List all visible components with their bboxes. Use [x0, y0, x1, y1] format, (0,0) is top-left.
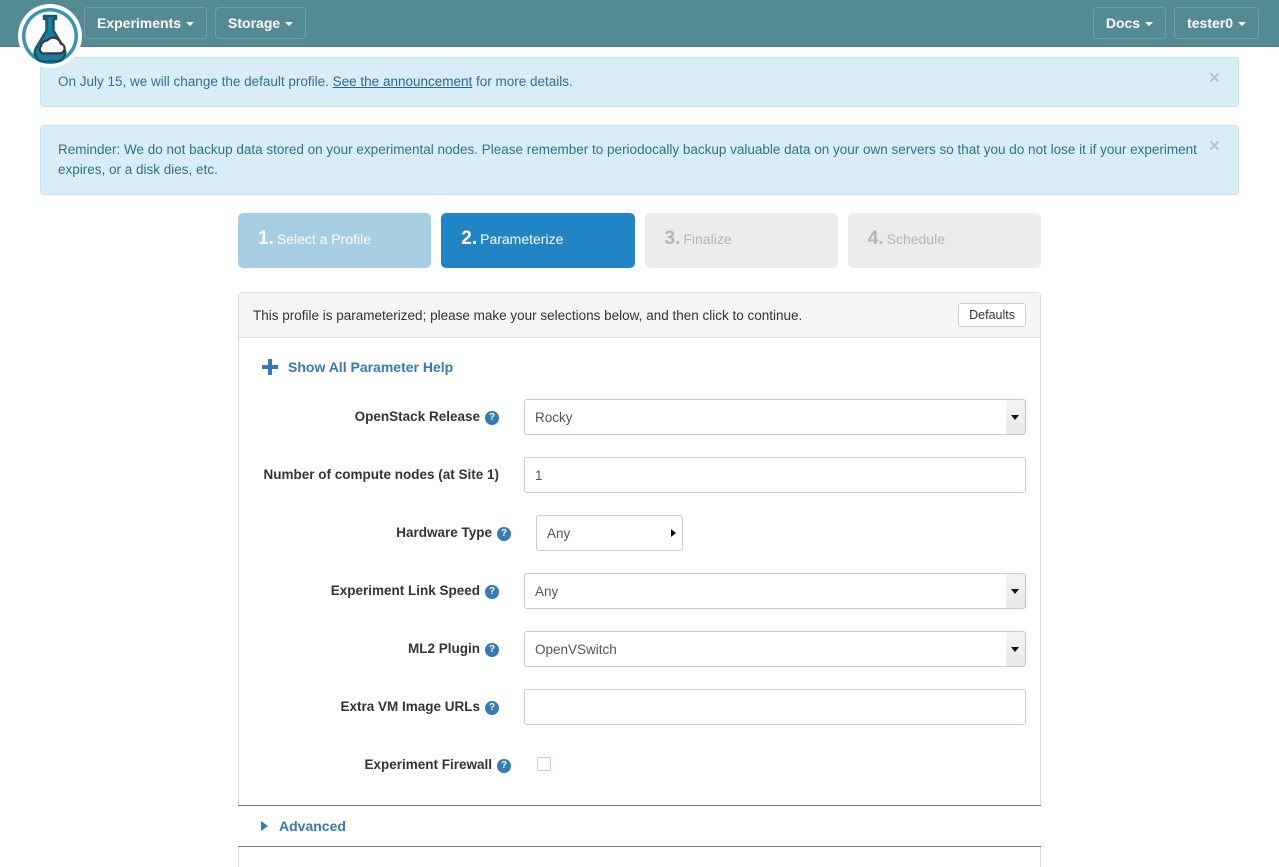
field-row-experiment-firewall: Experiment Firewall?	[253, 747, 1026, 775]
alert-default-profile-notice: On July 15, we will change the default p…	[40, 57, 1239, 107]
panel-body: Show All Parameter Help OpenStack Releas…	[239, 338, 1040, 805]
nav-user-menu[interactable]: tester0	[1174, 7, 1259, 39]
field-row-extra-vm-image-urls: Extra VM Image URLs?	[253, 689, 1026, 725]
announcement-link[interactable]: See the announcement	[333, 74, 473, 89]
control-hardware-type: Any	[526, 515, 1026, 551]
help-icon[interactable]: ?	[497, 759, 511, 773]
wizard-step-label: Parameterize	[480, 231, 563, 247]
label-ml2-plugin: ML2 Plugin?	[253, 631, 514, 659]
field-row-ml2-plugin: ML2 Plugin? OpenVSwitch	[253, 631, 1026, 667]
chevron-down-icon	[1145, 22, 1153, 26]
navbar-right-group: Docs tester0	[1093, 7, 1269, 39]
wizard-step-select-a-profile[interactable]: 1.Select a Profile	[238, 213, 431, 268]
chevron-down-icon	[1238, 22, 1246, 26]
control-compute-node-count	[514, 457, 1026, 493]
control-extra-vm-image-urls	[514, 689, 1026, 725]
ml2-plugin-select[interactable]: OpenVSwitch	[524, 631, 1026, 667]
label-extra-vm-image-urls: Extra VM Image URLs?	[253, 689, 514, 717]
show-all-parameter-help-toggle[interactable]: Show All Parameter Help	[262, 359, 453, 375]
advanced-section-toggle[interactable]: Advanced	[238, 805, 1041, 847]
compute-node-count-input[interactable]	[524, 457, 1026, 493]
label-experiment-firewall: Experiment Firewall?	[253, 747, 526, 775]
plus-icon	[262, 359, 278, 375]
wizard-step-number: 3.	[665, 228, 681, 249]
wizard-step-label: Finalize	[683, 231, 731, 247]
wizard-step-finalize[interactable]: 3.Finalize	[645, 213, 838, 268]
wizard-steps: 1.Select a Profile 2.Parameterize 3.Fina…	[0, 213, 1279, 268]
label-text: Experiment Link Speed	[331, 583, 480, 598]
wizard-step-parameterize[interactable]: 2.Parameterize	[441, 213, 634, 268]
field-row-experiment-link-speed: Experiment Link Speed? Any	[253, 573, 1026, 609]
parameterize-panel-wrap: This profile is parameterized; please ma…	[0, 268, 1279, 867]
panel-header: This profile is parameterized; please ma…	[239, 293, 1040, 338]
advanced-label: Advanced	[279, 818, 346, 834]
cloudlab-flask-logo[interactable]	[16, 2, 84, 70]
experiment-firewall-checkbox[interactable]	[537, 757, 551, 771]
label-text: ML2 Plugin	[408, 641, 480, 656]
extra-vm-image-urls-input[interactable]	[524, 689, 1026, 725]
nav-user-label: tester0	[1187, 15, 1233, 31]
control-openstack-release: Rocky	[514, 399, 1026, 435]
panel-footer	[239, 847, 1040, 867]
control-experiment-firewall	[526, 747, 1026, 771]
help-icon[interactable]: ?	[485, 585, 499, 599]
control-ml2-plugin: OpenVSwitch	[514, 631, 1026, 667]
parameterize-panel: This profile is parameterized; please ma…	[238, 292, 1041, 867]
defaults-button[interactable]: Defaults	[958, 303, 1026, 327]
chevron-down-icon	[186, 22, 194, 26]
wizard-step-number: 1.	[258, 228, 274, 249]
field-row-compute-node-count: Number of compute nodes (at Site 1)	[253, 457, 1026, 493]
alert-text-after: for more details.	[472, 74, 573, 89]
label-text: Hardware Type	[396, 525, 492, 540]
label-text: Experiment Firewall	[364, 757, 492, 772]
help-icon[interactable]: ?	[485, 411, 499, 425]
alerts-region: On July 15, we will change the default p…	[0, 47, 1279, 195]
label-compute-node-count: Number of compute nodes (at Site 1)	[253, 457, 514, 485]
help-icon[interactable]: ?	[497, 527, 511, 541]
alert-backup-reminder: Reminder: We do not backup data stored o…	[40, 125, 1239, 195]
panel-instruction-text: This profile is parameterized; please ma…	[253, 308, 802, 323]
nav-storage[interactable]: Storage	[215, 7, 306, 39]
label-experiment-link-speed: Experiment Link Speed?	[253, 573, 514, 601]
show-all-parameter-help-label: Show All Parameter Help	[288, 359, 453, 375]
label-text: Extra VM Image URLs	[340, 699, 480, 714]
label-text: Number of compute nodes (at Site 1)	[263, 467, 499, 482]
nav-docs-label: Docs	[1106, 15, 1140, 31]
help-icon[interactable]: ?	[485, 643, 499, 657]
navbar-left-group: Experiments Storage	[84, 7, 306, 39]
alert-backup-text: Reminder: We do not backup data stored o…	[58, 142, 1197, 177]
top-navbar: Experiments Storage Docs tester0	[0, 0, 1279, 47]
control-experiment-link-speed: Any	[514, 573, 1026, 609]
help-icon[interactable]: ?	[485, 701, 499, 715]
wizard-step-number: 2.	[461, 228, 477, 249]
label-hardware-type: Hardware Type?	[253, 515, 526, 543]
field-row-hardware-type: Hardware Type? Any	[253, 515, 1026, 551]
wizard-step-label: Select a Profile	[277, 231, 371, 247]
close-icon[interactable]: ×	[1203, 136, 1226, 157]
field-row-openstack-release: OpenStack Release? Rocky	[253, 399, 1026, 435]
experiment-link-speed-select[interactable]: Any	[524, 573, 1026, 609]
wizard-step-label: Schedule	[887, 231, 945, 247]
chevron-down-icon	[285, 22, 293, 26]
nav-experiments-label: Experiments	[97, 15, 181, 31]
label-openstack-release: OpenStack Release?	[253, 399, 514, 427]
alert-text-before: On July 15, we will change the default p…	[58, 74, 333, 89]
close-icon[interactable]: ×	[1203, 68, 1226, 89]
label-text: OpenStack Release	[355, 409, 480, 424]
wizard-step-schedule[interactable]: 4.Schedule	[848, 213, 1041, 268]
nav-experiments[interactable]: Experiments	[84, 7, 207, 39]
openstack-release-select[interactable]: Rocky	[524, 399, 1026, 435]
chevron-right-icon	[261, 821, 268, 831]
nav-docs[interactable]: Docs	[1093, 7, 1166, 39]
hardware-type-select[interactable]: Any	[536, 515, 683, 551]
nav-storage-label: Storage	[228, 15, 280, 31]
wizard-step-number: 4.	[868, 228, 884, 249]
